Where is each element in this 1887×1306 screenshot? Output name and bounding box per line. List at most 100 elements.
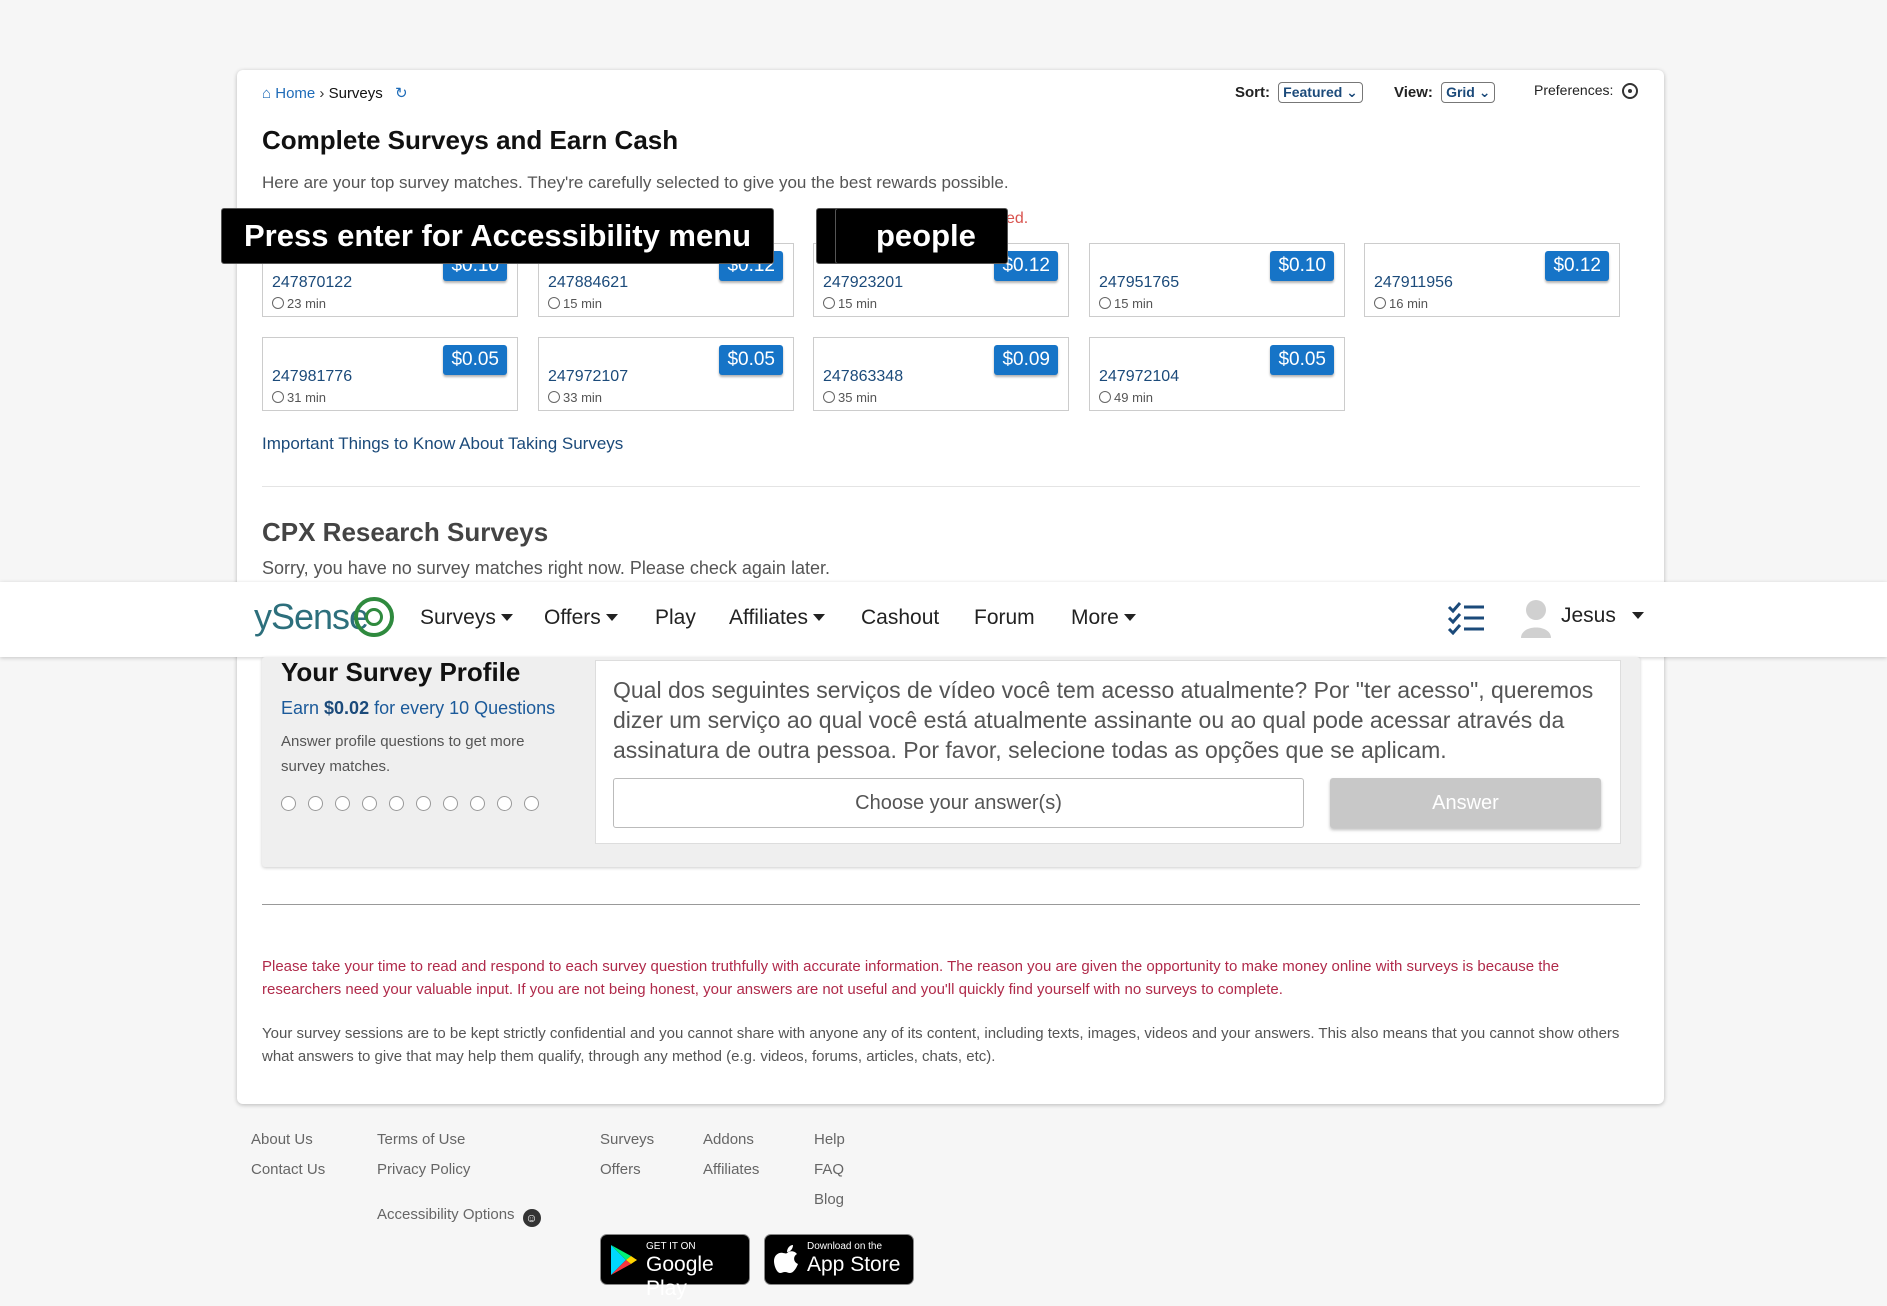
survey-time: 31 min: [287, 390, 327, 405]
logo-ring-icon: [354, 597, 395, 637]
footer-accessibility-link[interactable]: Accessibility Options ☺: [377, 1206, 541, 1227]
view-label: View:: [1394, 84, 1433, 101]
footer-affiliates-link[interactable]: Affiliates: [703, 1161, 759, 1178]
survey-id: 247972104: [1099, 368, 1180, 385]
google-play-icon: [611, 1245, 637, 1275]
sort-select[interactable]: Featured ⌄: [1278, 82, 1363, 103]
nav-more-label: More: [1071, 606, 1119, 629]
clock-icon: [272, 297, 284, 309]
app-store-badge[interactable]: Download on the App Store: [764, 1234, 914, 1285]
apple-icon: [774, 1245, 798, 1273]
breadcrumb-separator: ›: [319, 85, 325, 102]
preferences-gear-icon[interactable]: [1621, 83, 1638, 100]
progress-dot: [281, 796, 296, 811]
survey-id: 247981776: [272, 368, 353, 385]
survey-id: 247870122: [272, 274, 353, 291]
footer-surveys-link[interactable]: Surveys: [600, 1131, 654, 1148]
nav-affiliates[interactable]: Affiliates: [729, 606, 825, 630]
accessibility-banner-people[interactable]: people: [835, 208, 1008, 264]
nav-surveys-label: Surveys: [420, 606, 496, 629]
survey-price: $0.05: [443, 345, 507, 375]
footer-about-link[interactable]: About Us: [251, 1131, 313, 1148]
progress-dot: [389, 796, 404, 811]
survey-card[interactable]: $0.05 247972104 49 min: [1089, 337, 1345, 411]
sort-value: Featured: [1283, 84, 1343, 100]
breadcrumb: ⌂ Home › Surveys ↻: [262, 84, 408, 102]
survey-card[interactable]: $0.12 247911956 16 min: [1364, 243, 1620, 317]
answer-button[interactable]: Answer: [1330, 778, 1601, 828]
nav-forum[interactable]: Forum: [974, 606, 1035, 630]
nav-play-label: Play: [655, 606, 696, 629]
progress-dot: [524, 796, 539, 811]
survey-duration: 15 min: [823, 296, 877, 311]
clock-icon: [548, 391, 560, 403]
survey-price: $0.05: [1270, 345, 1334, 375]
accessibility-banner-text: Press enter for Accessibility menu: [244, 218, 752, 253]
accessibility-people-text: people: [876, 218, 976, 253]
view-control: View: Grid ⌄: [1394, 82, 1496, 103]
survey-time: 33 min: [563, 390, 603, 405]
honesty-warning: Please take your time to read and respon…: [262, 958, 1560, 998]
survey-duration: 35 min: [823, 390, 877, 405]
accessibility-banner[interactable]: Press enter for Accessibility menu: [221, 208, 775, 264]
partial-notice-text: ed.: [1006, 210, 1029, 227]
survey-price: $0.05: [719, 345, 783, 375]
footer-offers-link[interactable]: Offers: [600, 1161, 641, 1178]
footer-faq-link[interactable]: FAQ: [814, 1161, 844, 1178]
breadcrumb-home-link[interactable]: Home: [275, 85, 315, 102]
view-select[interactable]: Grid ⌄: [1441, 82, 1496, 103]
nav-surveys[interactable]: Surveys: [420, 606, 513, 630]
ysense-logo[interactable]: ySense: [254, 596, 395, 638]
survey-card[interactable]: $0.09 247863348 35 min: [813, 337, 1069, 411]
survey-card[interactable]: $0.05 247981776 31 min: [262, 337, 518, 411]
footer-privacy-link[interactable]: Privacy Policy: [377, 1161, 470, 1178]
nav-play[interactable]: Play: [655, 606, 696, 630]
top-navbar: ySense Surveys Offers Play Affiliates Ca…: [0, 582, 1887, 657]
survey-duration: 31 min: [272, 390, 326, 405]
choose-answer-select[interactable]: Choose your answer(s): [613, 778, 1304, 828]
footer-contact-link[interactable]: Contact Us: [251, 1161, 325, 1178]
sort-label: Sort:: [1235, 84, 1270, 101]
footer-help-link[interactable]: Help: [814, 1131, 845, 1148]
refresh-icon[interactable]: ↻: [395, 85, 408, 102]
survey-time: 15 min: [1114, 296, 1154, 311]
important-things-link[interactable]: Important Things to Know About Taking Su…: [262, 434, 623, 454]
survey-duration: 49 min: [1099, 390, 1153, 405]
nav-affiliates-label: Affiliates: [729, 606, 808, 629]
cpx-title: CPX Research Surveys: [262, 517, 549, 547]
clock-icon: [272, 391, 284, 403]
google-play-badge[interactable]: GET IT ON Google Play: [600, 1234, 750, 1300]
preferences-control: Preferences:: [1534, 82, 1638, 100]
chevron-down-icon: [813, 614, 825, 621]
footer-terms-link[interactable]: Terms of Use: [377, 1131, 465, 1148]
checklist-icon[interactable]: [1447, 601, 1485, 635]
profile-question: Qual dos seguintes serviços de vídeo voc…: [613, 677, 1594, 763]
survey-time: 15 min: [563, 296, 603, 311]
nav-offers[interactable]: Offers: [544, 606, 618, 630]
survey-time: 15 min: [838, 296, 878, 311]
survey-price: $0.10: [1270, 251, 1334, 281]
footer-addons-link[interactable]: Addons: [703, 1131, 754, 1148]
accessibility-icon: ☺: [522, 1209, 541, 1227]
chevron-down-icon: [605, 614, 618, 621]
profile-title: Your Survey Profile: [281, 657, 521, 687]
chevron-down-icon: [1123, 614, 1136, 621]
survey-card[interactable]: $0.10 247951765 15 min: [1089, 243, 1345, 317]
earn-amount: $0.02: [324, 698, 370, 718]
survey-card[interactable]: $0.05 247972107 33 min: [538, 337, 794, 411]
view-value: Grid: [1446, 84, 1475, 100]
user-menu[interactable]: Jesus: [1561, 604, 1644, 628]
nav-more[interactable]: More: [1071, 606, 1136, 630]
survey-id: 247972107: [548, 368, 629, 385]
clock-icon: [823, 297, 835, 309]
notice-divider: [262, 904, 1640, 905]
footer-blog-link[interactable]: Blog: [814, 1191, 844, 1208]
google-play-small-text: GET IT ON: [646, 1241, 696, 1252]
preferences-label: Preferences:: [1534, 82, 1614, 98]
chevron-down-icon: [500, 614, 513, 621]
clock-icon: [1374, 297, 1386, 309]
nav-cashout[interactable]: Cashout: [861, 606, 939, 630]
home-icon[interactable]: ⌂: [262, 85, 271, 102]
avatar-icon[interactable]: [1519, 598, 1553, 638]
progress-dot: [497, 796, 512, 811]
